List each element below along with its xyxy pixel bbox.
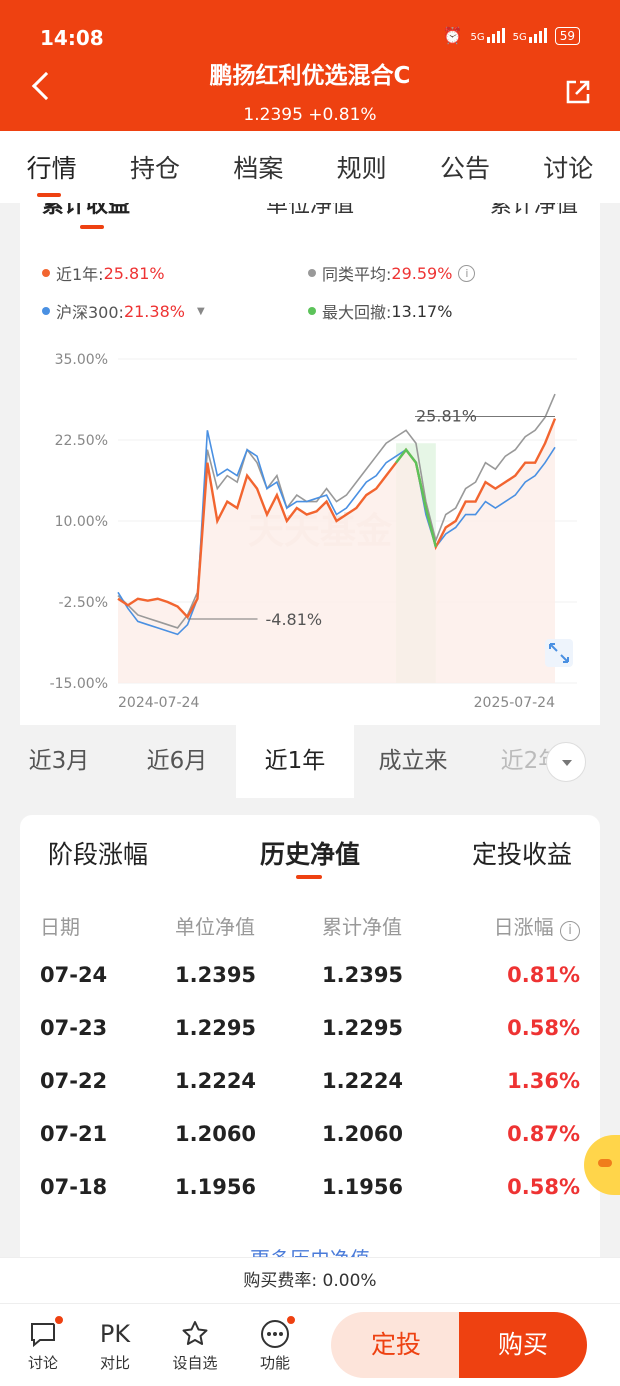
compare-button[interactable]: PK 对比 [85,1316,145,1373]
sip-button[interactable]: 定投 [331,1312,461,1378]
tab-profile[interactable]: 档案 [229,149,287,185]
y-tick-label: -15.00% [50,676,108,692]
y-tick-label: 35.00% [55,352,108,368]
period-selector: 近3月 近6月 近1年 成立来 近2年 [0,725,600,798]
cumulative-nav: 1.1956 [322,1175,404,1199]
fund-price-change: 1.2395 +0.81% [243,105,377,125]
y-tick-label: 22.50% [55,433,108,449]
tab-market[interactable]: 行情 [23,149,81,197]
tab-sip-return[interactable]: 定投收益 [472,835,572,871]
notification-dot [53,1314,65,1326]
unit-nav: 1.2395 [175,963,257,987]
y-tick-label: 10.00% [55,514,108,530]
pk-icon: PK [99,1320,131,1348]
period-3m[interactable]: 近3月 [0,725,118,798]
nav-date: 07-22 [40,1069,108,1093]
star-icon [182,1321,208,1345]
return-chart[interactable]: 35.00%22.50%10.00%-2.50%-15.00%天天基金25.81… [20,203,600,723]
buy-button[interactable]: 购买 [459,1312,587,1378]
signal-icon: 5G [470,28,505,43]
cumulative-nav: 1.2060 [322,1122,404,1146]
period-6m[interactable]: 近6月 [118,725,236,798]
annotation-min: -4.81% [266,610,323,629]
tab-stage-return[interactable]: 阶段涨幅 [48,835,148,871]
cumulative-nav: 1.2224 [322,1069,404,1093]
alarm-icon: ⏰ [442,26,463,45]
unit-nav: 1.2295 [175,1016,257,1040]
functions-button[interactable]: 功能 [245,1314,305,1373]
tab-announcements[interactable]: 公告 [436,149,494,185]
cumulative-nav: 1.2295 [322,1016,404,1040]
tab-history-nav[interactable]: 历史净值 [260,835,360,871]
history-tabs: 阶段涨幅 历史净值 定投收益 [20,835,600,871]
tab-rules[interactable]: 规则 [333,149,391,185]
history-card: 阶段涨幅 历史净值 定投收益 日期 单位净值 累计净值 日涨幅 i 07-24 1… [20,815,600,1285]
page-title: 鹏扬红利优选混合C [209,63,411,89]
signal-icon-2: 5G [513,28,547,43]
notification-dot [285,1314,297,1326]
unit-nav: 1.2060 [175,1122,257,1146]
annotation-max: 25.81% [416,407,477,426]
share-icon[interactable] [564,78,592,106]
daily-change: 0.87% [507,1122,580,1146]
history-tab-underline [296,875,322,879]
daily-change: 1.36% [507,1069,580,1093]
nav-date: 07-18 [40,1175,108,1199]
unit-nav: 1.1956 [175,1175,257,1199]
x-tick-label: 2025-07-24 [474,695,555,711]
period-1y[interactable]: 近1年 [236,725,354,798]
nav-date: 07-21 [40,1122,108,1146]
tab-discussion[interactable]: 讨论 [539,149,597,185]
status-icons: ⏰ 5G 5G 59 [443,26,580,45]
chart-card: 累计收益 单位净值 累计净值 近1年: 25.81% 同类平均: 29.59% i 沪… [20,203,600,798]
daily-change: 0.58% [507,1175,580,1199]
expand-icon[interactable] [545,639,573,667]
main-tabs: 行情 持仓 档案 规则 公告 讨论 [0,131,620,203]
battery-icon: 59 [554,26,580,45]
status-time: 14:08 [40,26,104,50]
period-since-inception[interactable]: 成立来 [354,725,472,798]
nav-date: 07-24 [40,963,108,987]
purchase-fee: 购买费率: 0.00% [0,1257,620,1303]
period-dropdown-button[interactable] [546,742,586,782]
nav-date: 07-23 [40,1016,108,1040]
add-watchlist-button[interactable]: 设自选 [165,1316,225,1373]
y-tick-label: -2.50% [58,595,108,611]
x-tick-label: 2024-07-24 [118,695,199,711]
discuss-button[interactable]: 讨论 [13,1314,73,1373]
bottom-bar: 讨论 PK 对比 设自选 功能 定投 购买 [0,1303,620,1386]
info-icon[interactable]: i [560,921,580,941]
cumulative-nav: 1.2395 [322,963,404,987]
app-header: 14:08 ⏰ 5G 5G 59 鹏扬红利优选混合C 1.2395 +0.81% [0,0,620,131]
fund-area [118,418,555,683]
daily-change: 0.81% [507,963,580,987]
daily-change: 0.58% [507,1016,580,1040]
tab-holdings[interactable]: 持仓 [126,149,184,185]
unit-nav: 1.2224 [175,1069,257,1093]
